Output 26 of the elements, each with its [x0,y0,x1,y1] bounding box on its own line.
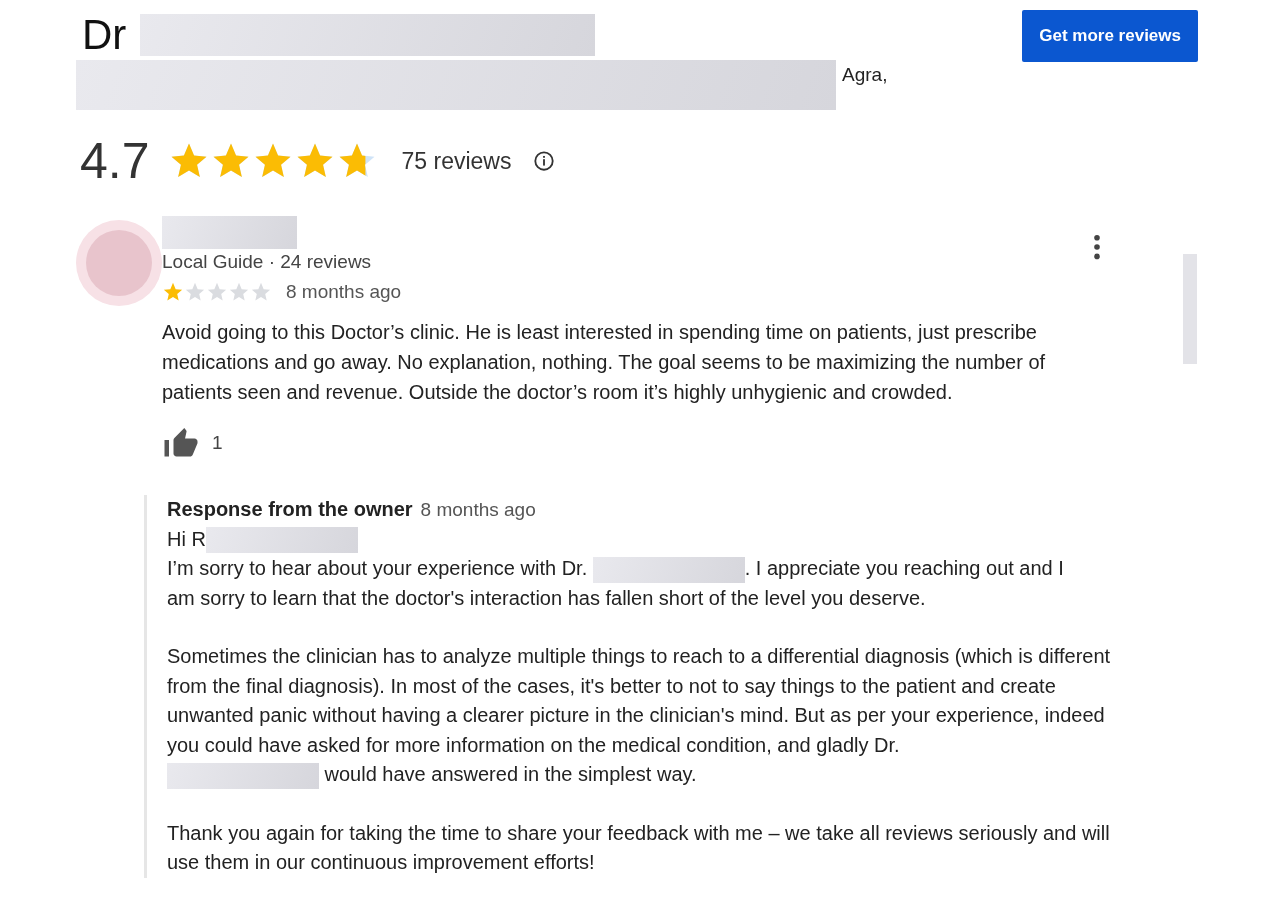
star-icon [184,281,206,303]
response-text: Sometimes the clinician has to analyze multiple things to reach to a differential diagnosis (which is different from the final diagnosis). In most of the cases, it's better to not to say things to the patient and create unwanted panic without having a clearer picture in the clinician's mind. But as per your experience, indeed you could have asked for more information on the medical condition, and gladly Dr. [167,644,1112,758]
response-text: am sorry to learn that the doctor's interaction has fallen short of the level you deserve. [167,586,926,609]
response-time: 8 months ago [420,498,536,522]
address-text: Agra, [842,64,888,86]
more-options-icon[interactable] [1093,234,1101,262]
response-text: would have answered in the simplest way. [323,763,697,785]
response-text: Hi R [167,527,206,550]
reviewer-meta: Local Guide · 24 reviews [162,251,373,273]
star-icon [206,281,228,303]
get-more-reviews-button[interactable]: Get more reviews [1022,10,1198,62]
star-icon [162,281,184,303]
response-text: Thank you again for taking the time to share your feedback with me – we take all reviews seriously and will use them in our continuous improvement efforts! [167,820,1111,875]
review-time: 8 months ago [286,281,402,303]
response-text: I’m sorry to hear about your experience with Dr. [167,557,589,579]
review-text: Avoid going to this Doctor’s clinic. He is least interested in spending time on patients, just prescribe medications and go away. No explanation, nothing. The goal seems to be maximizing the number of patients seen and revenue. Outside the doctor’s room it’s highly unhygienic and crowded. [162,320,1047,405]
info-icon[interactable] [533,150,556,172]
star-icon [228,281,250,303]
star-icon [250,281,272,303]
like-count: 1 [212,432,223,454]
doctor-name: Dr [82,11,127,59]
review-count[interactable]: 75 reviews [401,147,512,175]
rating-value: 4.7 [80,132,150,190]
response-label: Response from the owner [167,497,413,522]
response-text: . I appreciate you reaching out and I [744,557,1064,579]
scrollbar-thumb[interactable] [1183,254,1197,364]
